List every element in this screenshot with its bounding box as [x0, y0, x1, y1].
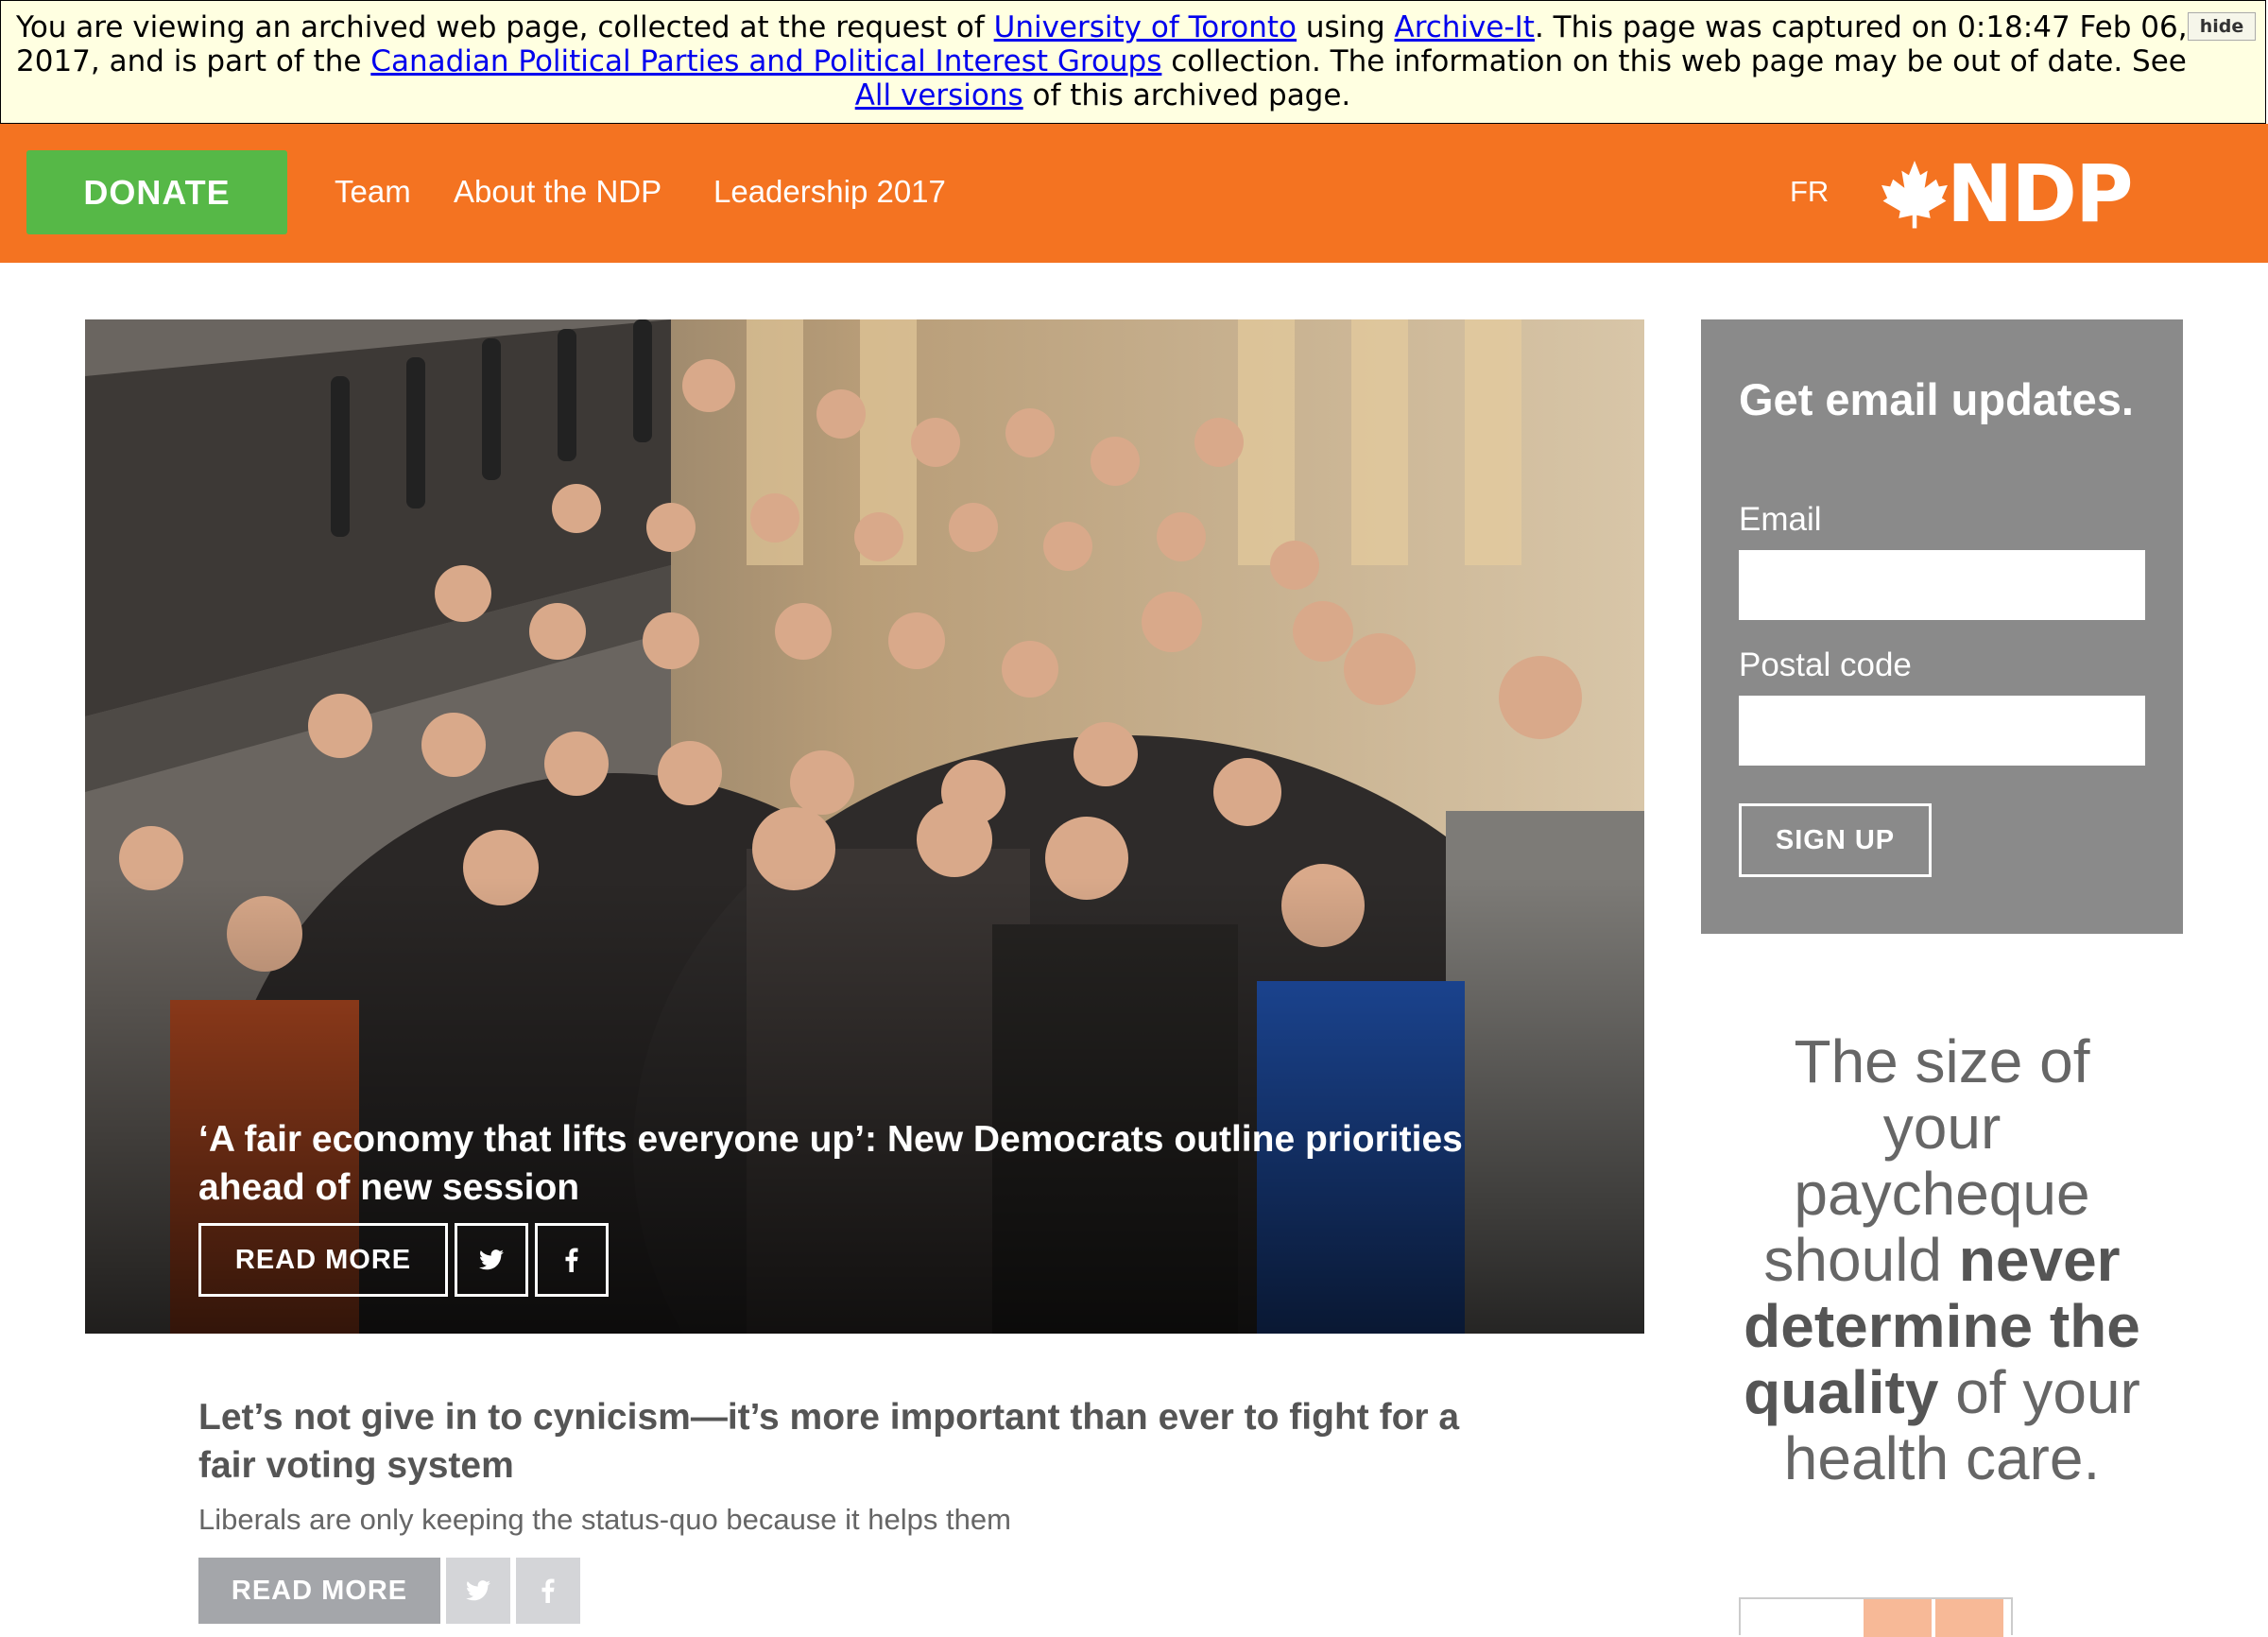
hero-headline[interactable]: ‘A fair economy that lifts everyone up’:… [198, 1115, 1503, 1212]
hero-twitter-share-button[interactable] [455, 1223, 528, 1297]
institution-link[interactable]: University of Toronto [994, 10, 1297, 44]
article-facebook-share-button[interactable] [516, 1558, 580, 1624]
all-versions-link[interactable]: All versions [855, 78, 1023, 112]
sign-up-button[interactable]: SIGN UP [1739, 803, 1932, 877]
hero-feature[interactable]: ‘A fair economy that lifts everyone up’:… [85, 319, 1644, 1334]
postal-code-label: Postal code [1739, 646, 1912, 683]
language-toggle[interactable]: FR [1790, 175, 1829, 209]
article-read-more-button[interactable]: READ MORE [198, 1558, 440, 1624]
ndp-logo[interactable]: NDP [1879, 147, 2134, 240]
hero-actions: READ MORE [198, 1223, 615, 1297]
archive-text: You are viewing an archived web page, co… [16, 10, 994, 44]
hide-banner-button[interactable]: hide [2188, 12, 2256, 41]
nav-link-leadership[interactable]: Leadership 2017 [713, 174, 946, 210]
archive-text: using [1297, 10, 1395, 44]
hero-facebook-share-button[interactable] [535, 1223, 609, 1297]
maple-leaf-icon [1881, 161, 1948, 229]
email-label: Email [1739, 501, 1822, 538]
facebook-icon [565, 1248, 578, 1272]
facebook-icon [541, 1578, 555, 1603]
donate-button[interactable]: DONATE [26, 150, 287, 234]
article-headline[interactable]: Let’s not give in to cynicism—it’s more … [198, 1393, 1521, 1490]
widget-segment [1935, 1599, 2003, 1637]
logo-text: NDP [1947, 147, 2134, 240]
quote-widget[interactable] [1739, 1597, 2013, 1637]
signup-title: Get email updates. [1739, 374, 2134, 424]
article-subtitle: Liberals are only keeping the status-quo… [198, 1503, 1011, 1536]
email-signup-panel: Get email updates. Email Postal code SIG… [1701, 319, 2183, 934]
nav-link-team[interactable]: Team [335, 174, 411, 210]
archive-notice: You are viewing an archived web page, co… [16, 10, 2190, 112]
archive-banner: You are viewing an archived web page, co… [0, 0, 2266, 124]
article-actions: READ MORE [198, 1558, 586, 1624]
archive-text: of this archived page. [1022, 78, 1351, 112]
health-care-quote: The size of your paycheque should never … [1729, 1028, 2155, 1491]
email-field[interactable] [1739, 550, 2145, 620]
twitter-icon [479, 1249, 504, 1270]
archive-text: collection. The information on this web … [1161, 44, 2187, 78]
article-twitter-share-button[interactable] [446, 1558, 510, 1624]
nav-link-about[interactable]: About the NDP [454, 174, 662, 210]
twitter-icon [466, 1580, 490, 1601]
widget-segment [1864, 1599, 1932, 1637]
collection-link[interactable]: Canadian Political Parties and Political… [370, 44, 1161, 78]
hero-read-more-button[interactable]: READ MORE [198, 1223, 448, 1297]
main-nav: DONATE Team About the NDP Leadership 201… [0, 124, 2268, 263]
archive-it-link[interactable]: Archive-It [1394, 10, 1534, 44]
postal-code-field[interactable] [1739, 696, 2145, 766]
